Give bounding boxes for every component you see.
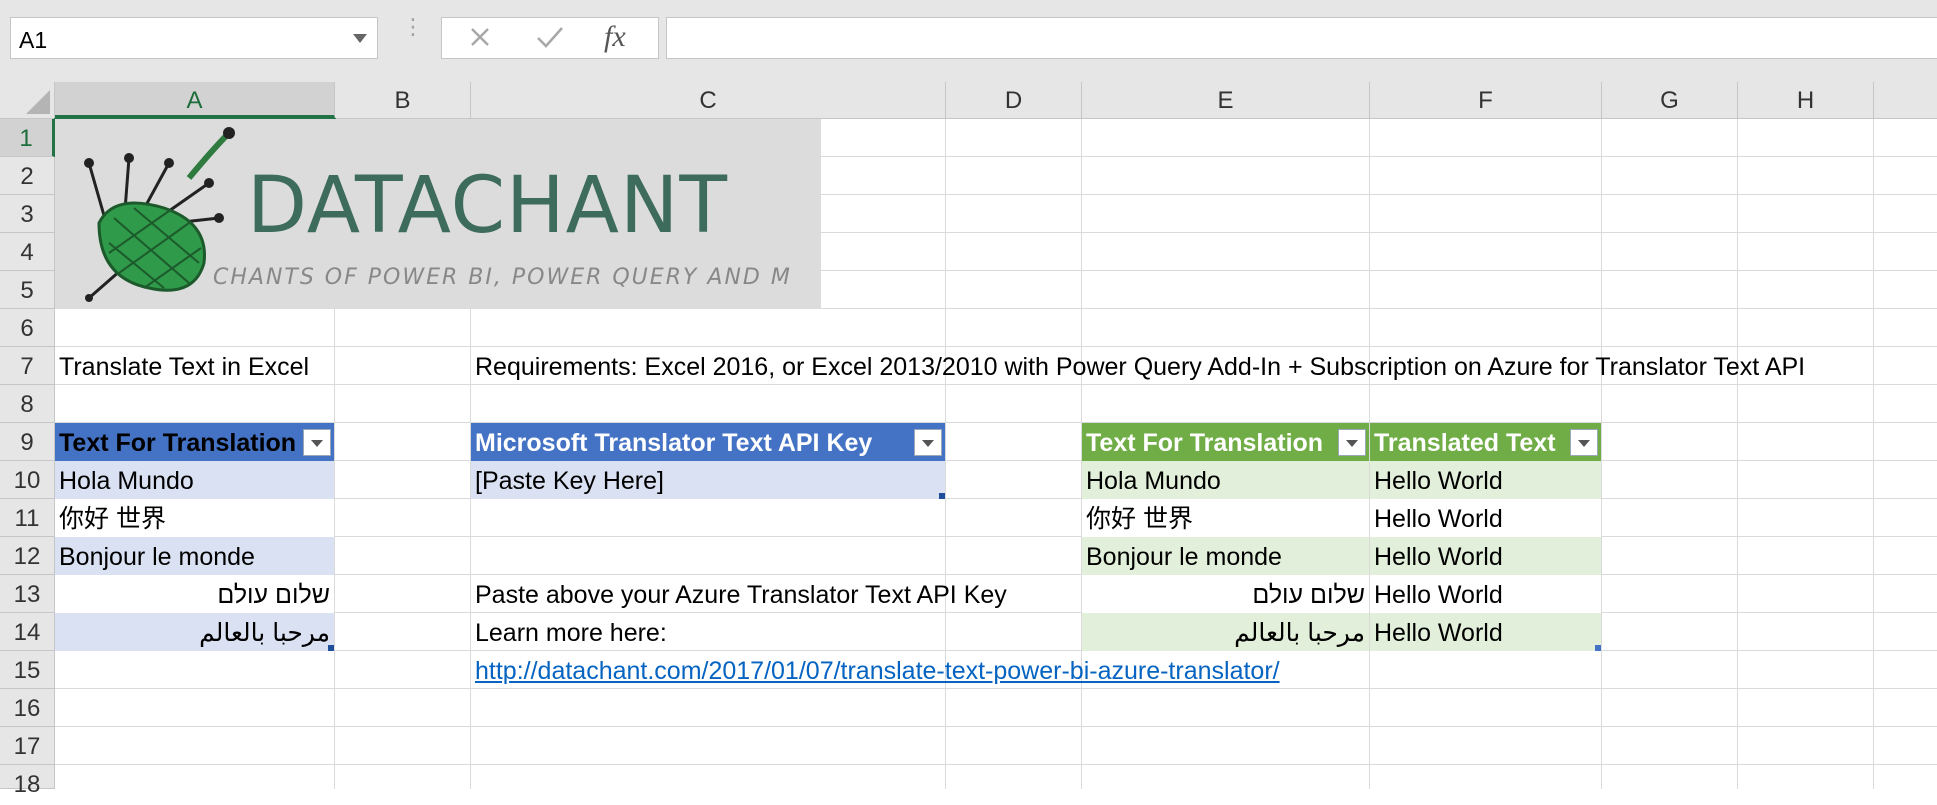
table-cell-text: مرحبا بالعالم — [199, 619, 330, 647]
column-header-f[interactable]: F — [1370, 82, 1602, 118]
logo-title: DATACHANT — [247, 161, 729, 251]
table-resize-handle[interactable] — [939, 493, 945, 499]
table-cell[interactable]: مرحبا بالعالم — [55, 613, 334, 651]
table-cell[interactable]: Hello World — [1370, 537, 1601, 575]
gridline — [55, 460, 1937, 461]
api-key-cell[interactable]: [Paste Key Here] — [471, 461, 945, 499]
result-table-header-translated[interactable]: Translated Text — [1370, 423, 1601, 461]
row-header-15[interactable]: 15 — [0, 651, 55, 689]
column-header-d[interactable]: D — [946, 82, 1082, 118]
logo-tagline: CHANTS OF POWER BI, POWER QUERY AND M — [213, 265, 792, 290]
formula-bar: A1 ⋮ fx — [0, 0, 1937, 82]
key-table-header[interactable]: Microsoft Translator Text API Key — [471, 423, 945, 461]
gridline — [55, 498, 1937, 499]
column-header-i[interactable] — [1874, 82, 1937, 118]
key-table-header-label: Microsoft Translator Text API Key — [475, 429, 873, 457]
row-header-18[interactable]: 18 — [0, 765, 55, 798]
gridline — [55, 764, 1937, 765]
row-header-12[interactable]: 12 — [0, 537, 55, 575]
chevron-down-icon[interactable] — [353, 34, 367, 43]
row-header-2[interactable]: 2 — [0, 157, 55, 195]
checkmark-icon — [537, 27, 563, 48]
row-header-8[interactable]: 8 — [0, 385, 55, 423]
table-cell[interactable]: Hello World — [1370, 575, 1601, 613]
table-cell[interactable]: שלום עולם — [55, 575, 334, 613]
datachant-logo[interactable]: DATACHANT CHANTS OF POWER BI, POWER QUER… — [55, 119, 821, 309]
select-all-icon — [26, 90, 50, 114]
table-resize-handle[interactable] — [328, 645, 334, 651]
table-cell[interactable]: Bonjour le monde — [1082, 537, 1369, 575]
row-header-14[interactable]: 14 — [0, 613, 55, 651]
cell-c13[interactable]: Paste above your Azure Translator Text A… — [471, 575, 1071, 613]
insert-function-button[interactable]: fx — [590, 18, 650, 58]
filter-button[interactable] — [1570, 429, 1598, 456]
gridline — [55, 726, 1937, 727]
table-cell[interactable]: 你好 世界 — [55, 499, 334, 537]
row-header-4[interactable]: 4 — [0, 233, 55, 271]
formula-buttons: fx — [441, 17, 659, 59]
close-icon — [471, 28, 489, 46]
table-cell[interactable]: Hello World — [1370, 613, 1601, 651]
column-header-h[interactable]: H — [1738, 82, 1874, 118]
filter-button[interactable] — [303, 429, 331, 456]
gridline — [55, 422, 1937, 423]
row-header-1[interactable]: 1 — [0, 119, 55, 157]
column-headers: A B C D E F G H — [0, 82, 1937, 119]
row-header-7[interactable]: 7 — [0, 347, 55, 385]
table-cell[interactable]: Hola Mundo — [1082, 461, 1369, 499]
filter-button[interactable] — [914, 429, 942, 456]
more-options-icon[interactable]: ⋮ — [402, 16, 424, 52]
cell-a7[interactable]: Translate Text in Excel — [55, 347, 335, 385]
api-key-value: [Paste Key Here] — [475, 467, 664, 495]
filter-button[interactable] — [1338, 429, 1366, 456]
source-table-header[interactable]: Text For Translation — [55, 423, 334, 461]
table-cell-text: Hello World — [1374, 619, 1503, 647]
row-header-6[interactable]: 6 — [0, 309, 55, 347]
table-resize-handle[interactable] — [1595, 645, 1601, 651]
table-cell[interactable]: Hello World — [1370, 461, 1601, 499]
column-header-g[interactable]: G — [1602, 82, 1738, 118]
enter-button[interactable] — [520, 18, 580, 58]
learn-more-link[interactable]: http://datachant.com/2017/01/07/translat… — [471, 651, 1471, 689]
source-table-header-label: Text For Translation — [59, 429, 297, 457]
table-cell[interactable]: Hello World — [1370, 499, 1601, 537]
name-box[interactable]: A1 — [10, 17, 378, 59]
chevron-down-icon — [922, 440, 934, 447]
function-icon: fx — [604, 20, 626, 53]
table-cell[interactable]: שלום עולם — [1082, 575, 1369, 613]
row-header-5[interactable]: 5 — [0, 271, 55, 309]
table-cell[interactable]: Bonjour le monde — [55, 537, 334, 575]
row-header-13[interactable]: 13 — [0, 575, 55, 613]
gridline — [55, 536, 1937, 537]
chevron-down-icon — [1346, 440, 1358, 447]
column-header-c[interactable]: C — [471, 82, 946, 118]
result-table-header-source-label: Text For Translation — [1086, 429, 1324, 457]
row-header-3[interactable]: 3 — [0, 195, 55, 233]
cancel-button[interactable] — [450, 18, 510, 58]
table-cell[interactable]: مرحبا بالعالم — [1082, 613, 1369, 651]
row-header-10[interactable]: 10 — [0, 461, 55, 499]
row-header-17[interactable]: 17 — [0, 727, 55, 765]
table-cell[interactable]: 你好 世界 — [1082, 499, 1369, 537]
row-header-11[interactable]: 11 — [0, 499, 55, 537]
row-header-9[interactable]: 9 — [0, 423, 55, 461]
chevron-down-icon — [311, 440, 323, 447]
result-table-header-source[interactable]: Text For Translation — [1082, 423, 1369, 461]
chevron-down-icon — [1578, 440, 1590, 447]
row-header-16[interactable]: 16 — [0, 689, 55, 727]
column-header-a[interactable]: A — [55, 82, 335, 118]
cell-c7[interactable]: Requirements: Excel 2016, or Excel 2013/… — [471, 347, 1937, 385]
table-cell[interactable]: Hola Mundo — [55, 461, 334, 499]
column-header-e[interactable]: E — [1082, 82, 1370, 118]
formula-input[interactable] — [666, 17, 1937, 59]
select-all-button[interactable] — [0, 82, 55, 118]
cell-c14[interactable]: Learn more here: — [471, 613, 945, 651]
result-table-header-translated-label: Translated Text — [1374, 429, 1556, 457]
column-header-b[interactable]: B — [335, 82, 471, 118]
name-box-value: A1 — [19, 27, 48, 53]
